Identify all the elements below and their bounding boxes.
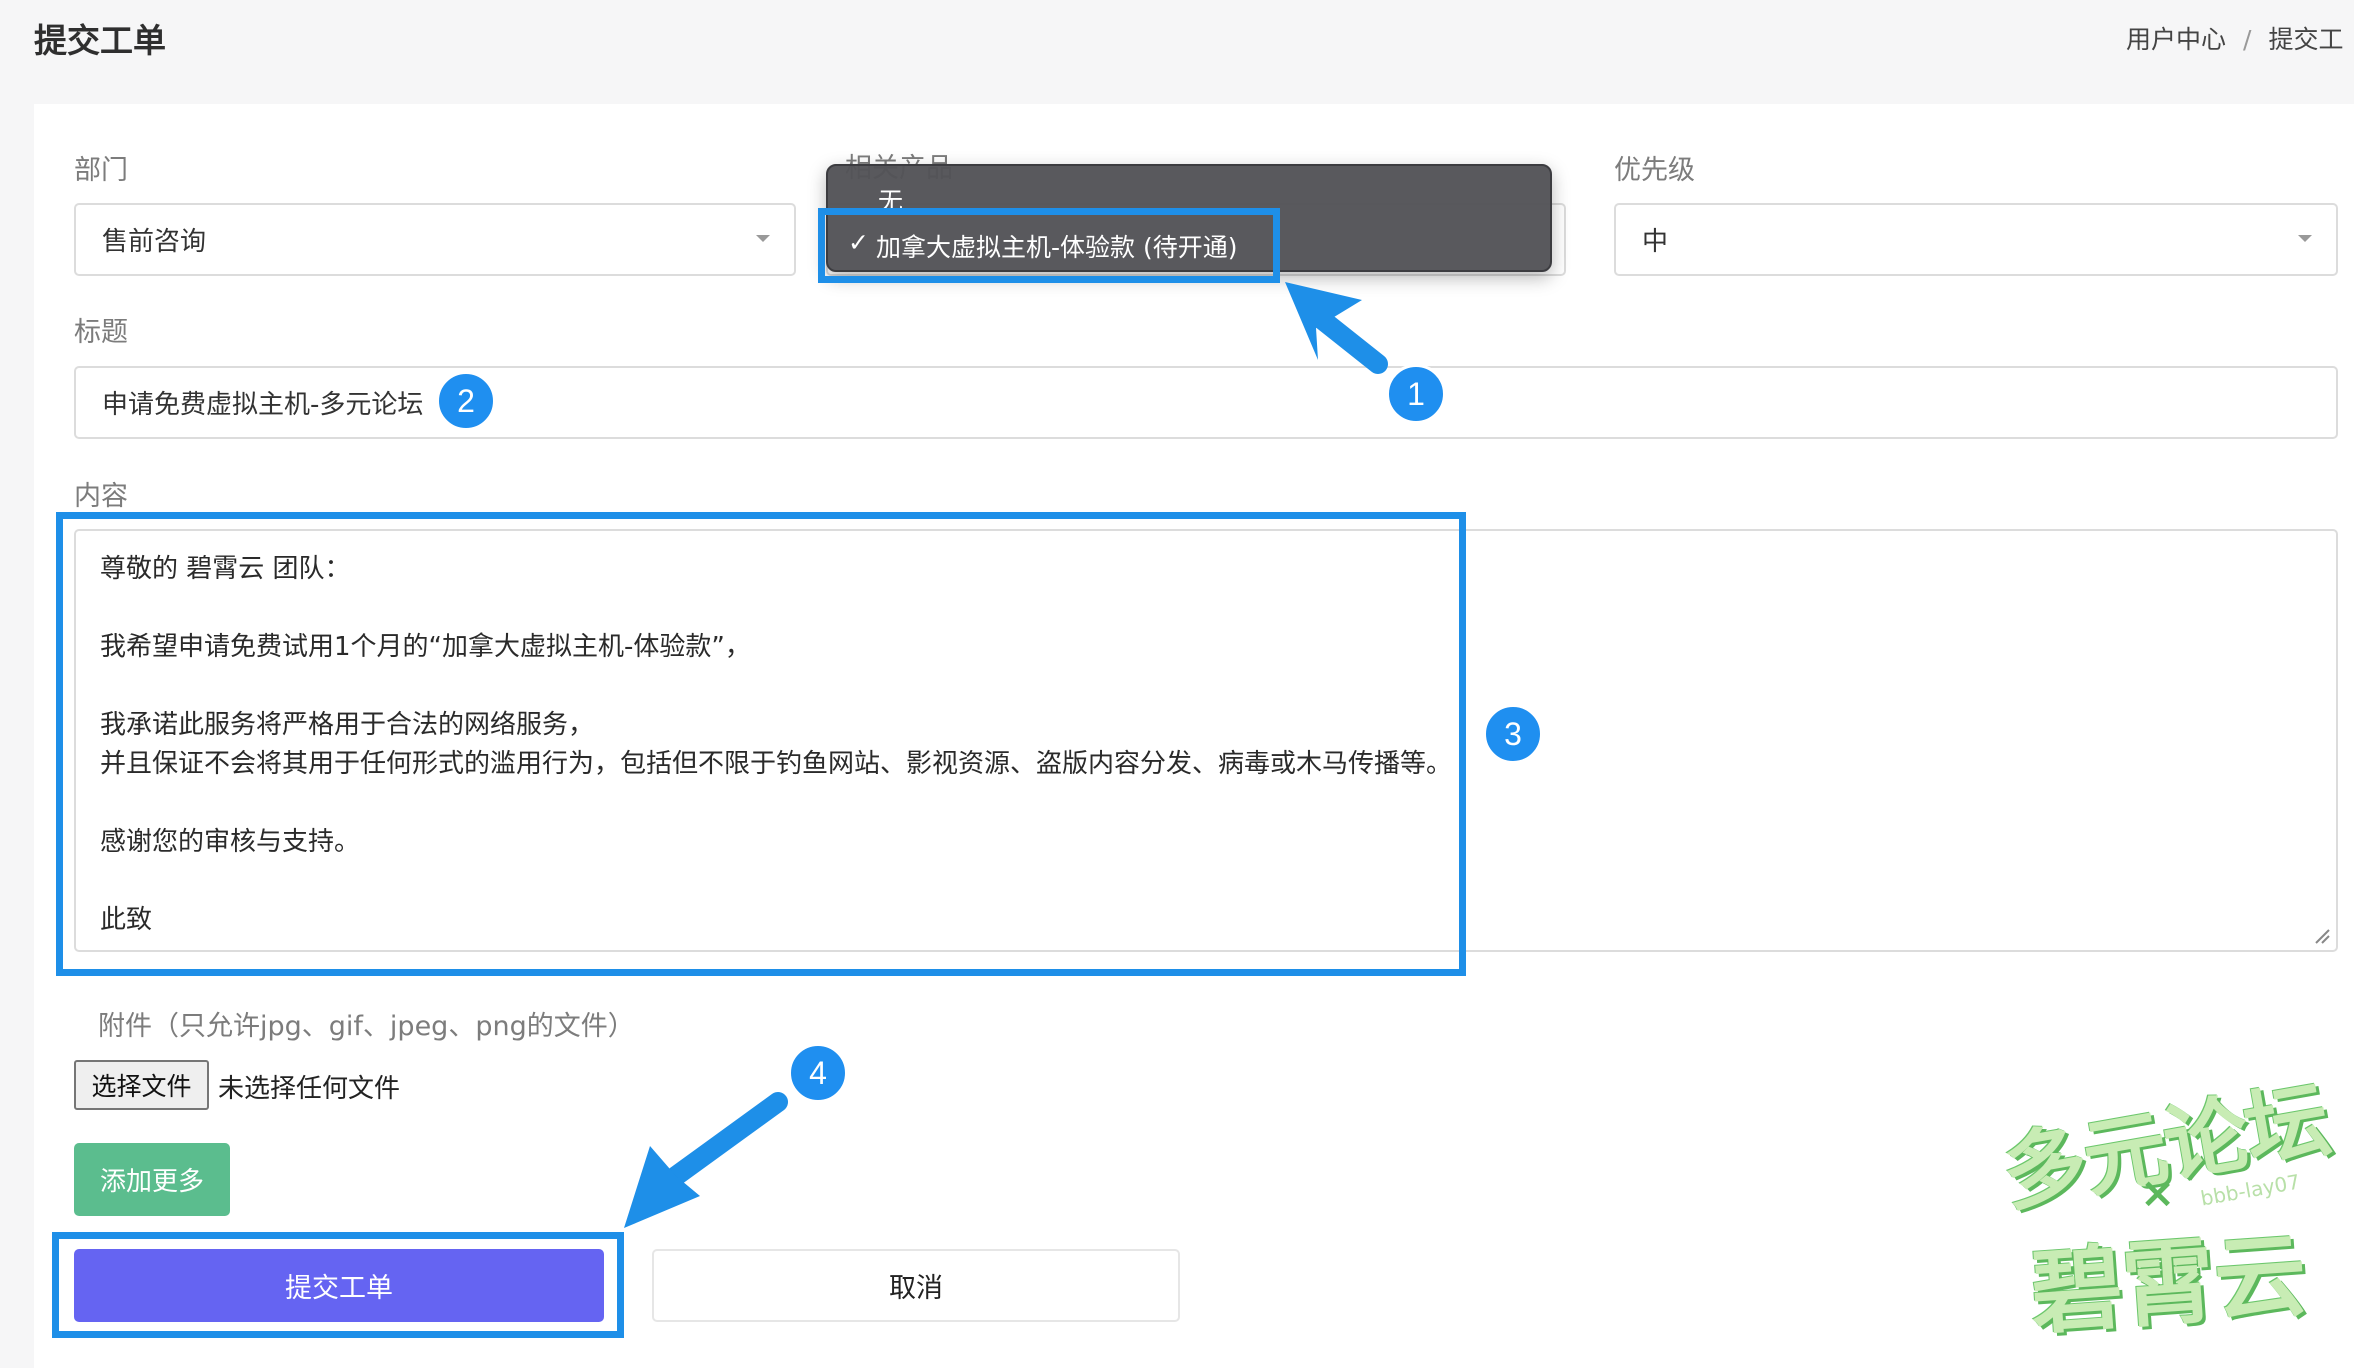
arrow-4-shaft [666,1092,788,1186]
watermark-line2: 碧霄云 [2027,1221,2310,1348]
annotation-badge-1: 1 [1386,364,1446,424]
annotation-badge-4: 4 [788,1043,848,1103]
annotation-badge-3: 3 [1483,704,1543,764]
watermark-logo: 多元论坛 × bbb-lay07 碧霄云 [1990,1070,2335,1347]
annotation-badge-2: 2 [436,371,496,431]
